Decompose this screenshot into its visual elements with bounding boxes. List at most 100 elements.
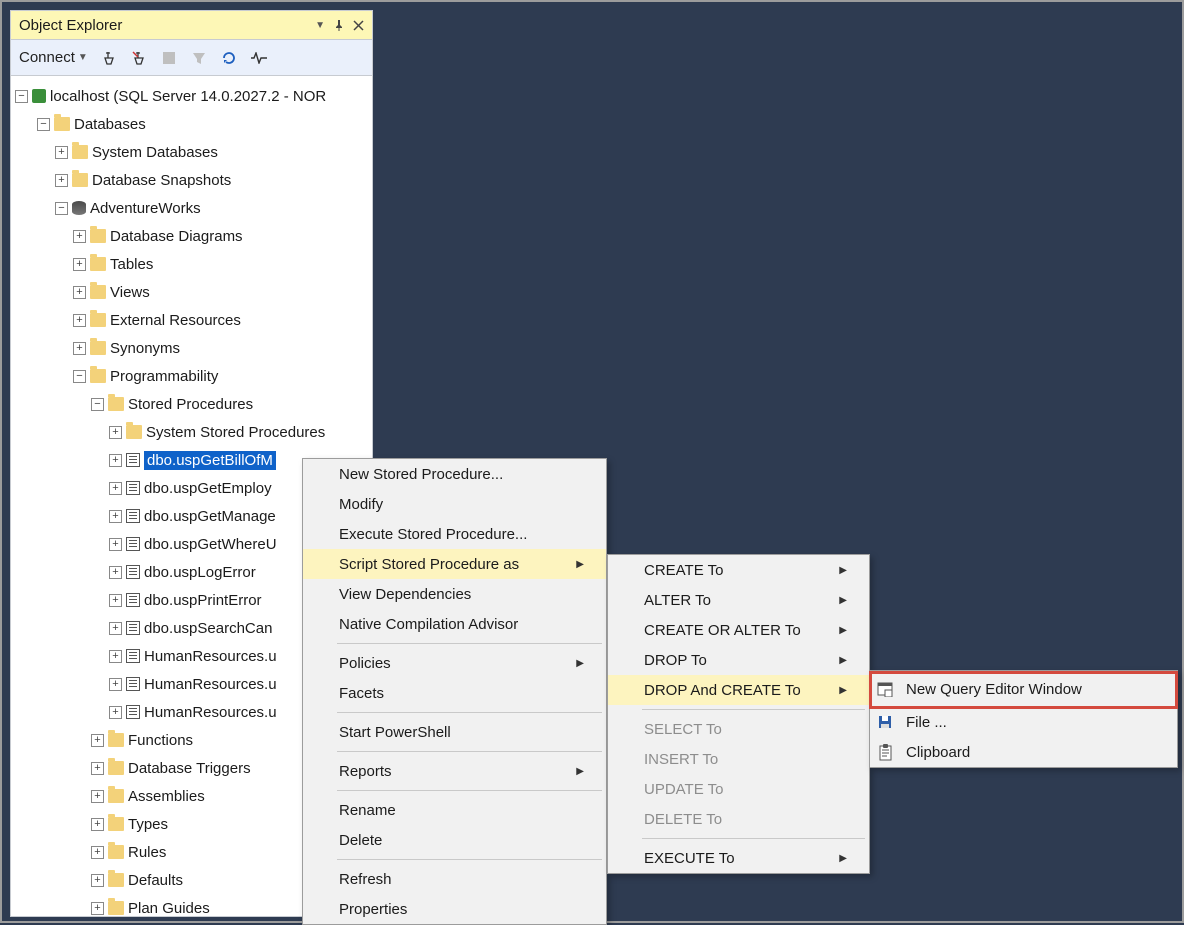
- query-window-icon: [870, 681, 900, 697]
- menu-execute-sp[interactable]: Execute Stored Procedure...: [303, 519, 606, 549]
- menu-properties[interactable]: Properties: [303, 894, 606, 924]
- menu-modify[interactable]: Modify: [303, 489, 606, 519]
- menu-label: File ...: [900, 714, 1155, 731]
- tree-label: HumanResources.u: [144, 676, 277, 693]
- tree-label: Rules: [128, 844, 166, 861]
- menu-label: DELETE To: [638, 811, 847, 828]
- folder-icon: [108, 817, 124, 831]
- submenu-drop-and-create-to: New Query Editor Window File ... Clipboa…: [869, 670, 1178, 768]
- stored-procedure-icon: [126, 565, 140, 579]
- folder-icon: [90, 313, 106, 327]
- menu-create-to[interactable]: CREATE To▶: [608, 555, 869, 585]
- folder-icon: [90, 285, 106, 299]
- menu-drop-and-create-to[interactable]: DROP And CREATE To▶: [608, 675, 869, 705]
- tree-label: dbo.uspLogError: [144, 564, 256, 581]
- tree-label: dbo.uspPrintError: [144, 592, 262, 609]
- tree-label: Plan Guides: [128, 900, 210, 917]
- tree-system-databases[interactable]: +System Databases: [15, 138, 368, 166]
- folder-icon: [90, 341, 106, 355]
- menu-reports[interactable]: Reports▶: [303, 756, 606, 786]
- tree-label: dbo.uspGetWhereU: [144, 536, 277, 553]
- menu-delete-to: DELETE To: [608, 804, 869, 834]
- menu-label: Modify: [333, 496, 584, 513]
- tree-label: Functions: [128, 732, 193, 749]
- menu-clipboard[interactable]: Clipboard: [870, 737, 1177, 767]
- menu-policies[interactable]: Policies▶: [303, 648, 606, 678]
- menu-native-compilation[interactable]: Native Compilation Advisor: [303, 609, 606, 639]
- tree-programmability[interactable]: −Programmability: [15, 362, 368, 390]
- stored-procedure-icon: [126, 509, 140, 523]
- menu-create-or-alter-to[interactable]: CREATE OR ALTER To▶: [608, 615, 869, 645]
- folder-icon: [108, 761, 124, 775]
- submenu-arrow-icon: ▶: [839, 655, 847, 666]
- stop-icon: [160, 49, 178, 67]
- folder-icon: [90, 229, 106, 243]
- tree-label: Database Snapshots: [92, 172, 231, 189]
- menu-label: EXECUTE To: [638, 850, 839, 867]
- filter-icon[interactable]: [190, 49, 208, 67]
- tree-external-resources[interactable]: +External Resources: [15, 306, 368, 334]
- tree-tables[interactable]: +Tables: [15, 250, 368, 278]
- tree-label: System Stored Procedures: [146, 424, 325, 441]
- submenu-arrow-icon: ▶: [576, 658, 584, 669]
- menu-new-query-editor-window[interactable]: New Query Editor Window: [870, 671, 1177, 707]
- menu-label: Rename: [333, 802, 584, 819]
- menu-start-powershell[interactable]: Start PowerShell: [303, 717, 606, 747]
- menu-label: New Stored Procedure...: [333, 466, 584, 483]
- tree-database-diagrams[interactable]: +Database Diagrams: [15, 222, 368, 250]
- menu-label: Native Compilation Advisor: [333, 616, 584, 633]
- menu-refresh[interactable]: Refresh: [303, 864, 606, 894]
- menu-label: DROP And CREATE To: [638, 682, 839, 699]
- connect-object-icon[interactable]: [100, 49, 118, 67]
- clipboard-icon: [870, 744, 900, 761]
- folder-icon: [108, 733, 124, 747]
- menu-label: Properties: [333, 901, 584, 918]
- dropdown-icon[interactable]: ▼: [315, 20, 325, 31]
- tree-databases[interactable]: −Databases: [15, 110, 368, 138]
- stored-procedure-icon: [126, 453, 140, 467]
- tree-label: Synonyms: [110, 340, 180, 357]
- close-icon[interactable]: [353, 20, 364, 31]
- menu-label: Clipboard: [900, 744, 1155, 761]
- tree-synonyms[interactable]: +Synonyms: [15, 334, 368, 362]
- stored-procedure-icon: [126, 481, 140, 495]
- pin-icon[interactable]: [333, 19, 345, 31]
- menu-separator: [642, 838, 865, 839]
- menu-separator: [642, 709, 865, 710]
- tree-adventureworks[interactable]: −AdventureWorks: [15, 194, 368, 222]
- tree-database-snapshots[interactable]: +Database Snapshots: [15, 166, 368, 194]
- submenu-arrow-icon: ▶: [839, 853, 847, 864]
- tree-server[interactable]: −localhost (SQL Server 14.0.2027.2 - NOR: [15, 82, 368, 110]
- activity-icon[interactable]: [250, 49, 268, 67]
- disconnect-icon[interactable]: [130, 49, 148, 67]
- chevron-down-icon: ▼: [78, 52, 88, 63]
- folder-icon: [90, 369, 106, 383]
- menu-rename[interactable]: Rename: [303, 795, 606, 825]
- menu-new-sp[interactable]: New Stored Procedure...: [303, 459, 606, 489]
- menu-drop-to[interactable]: DROP To▶: [608, 645, 869, 675]
- panel-header: Object Explorer ▼: [11, 11, 372, 40]
- menu-execute-to[interactable]: EXECUTE To▶: [608, 843, 869, 873]
- tree-views[interactable]: +Views: [15, 278, 368, 306]
- menu-insert-to: INSERT To: [608, 744, 869, 774]
- tree-label: Defaults: [128, 872, 183, 889]
- menu-view-dependencies[interactable]: View Dependencies: [303, 579, 606, 609]
- menu-file[interactable]: File ...: [870, 707, 1177, 737]
- stored-procedure-icon: [126, 593, 140, 607]
- menu-script-as[interactable]: Script Stored Procedure as▶: [303, 549, 606, 579]
- menu-alter-to[interactable]: ALTER To▶: [608, 585, 869, 615]
- menu-facets[interactable]: Facets: [303, 678, 606, 708]
- refresh-icon[interactable]: [220, 49, 238, 67]
- submenu-arrow-icon: ▶: [839, 595, 847, 606]
- folder-icon: [54, 117, 70, 131]
- tree-label: Programmability: [110, 368, 218, 385]
- stored-procedure-icon: [126, 537, 140, 551]
- tree-system-stored-procedures[interactable]: +System Stored Procedures: [15, 418, 368, 446]
- menu-delete[interactable]: Delete: [303, 825, 606, 855]
- submenu-script-as: CREATE To▶ ALTER To▶ CREATE OR ALTER To▶…: [607, 554, 870, 874]
- tree-label: Stored Procedures: [128, 396, 253, 413]
- folder-icon: [108, 789, 124, 803]
- tree-stored-procedures[interactable]: −Stored Procedures: [15, 390, 368, 418]
- connect-button[interactable]: Connect ▼: [19, 49, 88, 66]
- menu-label: Policies: [333, 655, 576, 672]
